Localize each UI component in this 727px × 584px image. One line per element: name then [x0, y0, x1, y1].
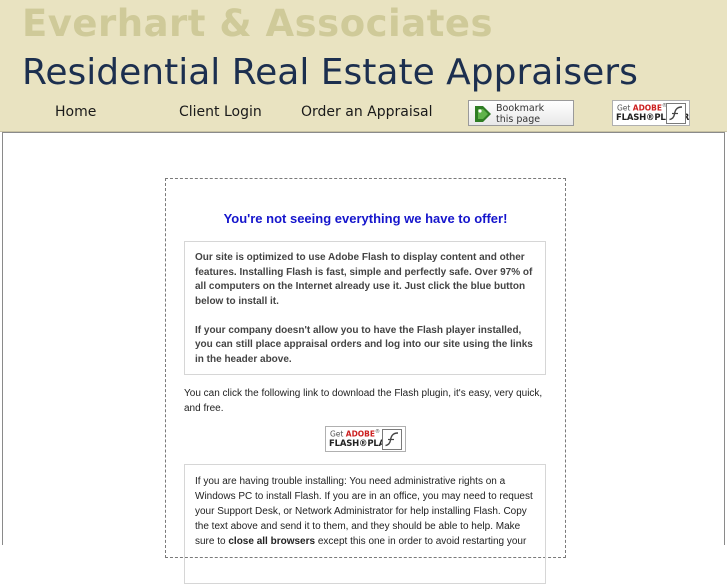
bookmark-star-icon	[475, 106, 491, 122]
close-browsers-emphasis: close all browsers	[228, 536, 316, 547]
flash-info-box: Our site is optimized to use Adobe Flash…	[184, 241, 546, 375]
download-instructions: You can click the following link to down…	[184, 388, 543, 414]
flash-info-paragraph-1: Our site is optimized to use Adobe Flash…	[195, 252, 533, 307]
flash-get-label: Get ADOBE®	[330, 429, 381, 439]
site-header: Everhart & Associates Residential Real E…	[0, 0, 727, 132]
bookmark-button[interactable]: Bookmark this page	[468, 100, 574, 126]
header-get-flash-button[interactable]: Get ADOBE® FLASH®PLAYER	[612, 100, 690, 126]
flash-get-label: Get ADOBE®	[617, 103, 668, 113]
nav-client-login-link[interactable]: Client Login	[179, 104, 262, 120]
bookmark-line2: this page	[496, 114, 541, 125]
install-trouble-box: If you are having trouble installing: Yo…	[184, 464, 546, 584]
no-flash-panel: You're not seeing everything we have to …	[165, 178, 566, 584]
bookmark-label: Bookmark this page	[496, 103, 544, 125]
site-tagline: Residential Real Estate Appraisers	[22, 52, 638, 93]
flash-logo-icon	[666, 103, 686, 124]
get-flash-player-button[interactable]: Get ADOBE® FLASH®PLAYER	[325, 426, 406, 452]
install-trouble-text: If you are having trouble installing: Yo…	[195, 476, 533, 547]
panel-headline: You're not seeing everything we have to …	[223, 211, 508, 226]
company-name: Everhart & Associates	[22, 2, 493, 45]
nav-home-link[interactable]: Home	[55, 104, 96, 120]
flash-info-paragraph-2: If your company doesn't allow you to hav…	[195, 324, 533, 365]
bookmark-line1: Bookmark	[496, 103, 545, 114]
flash-logo-icon	[382, 429, 402, 450]
nav-order-appraisal-link[interactable]: Order an Appraisal	[301, 104, 432, 120]
